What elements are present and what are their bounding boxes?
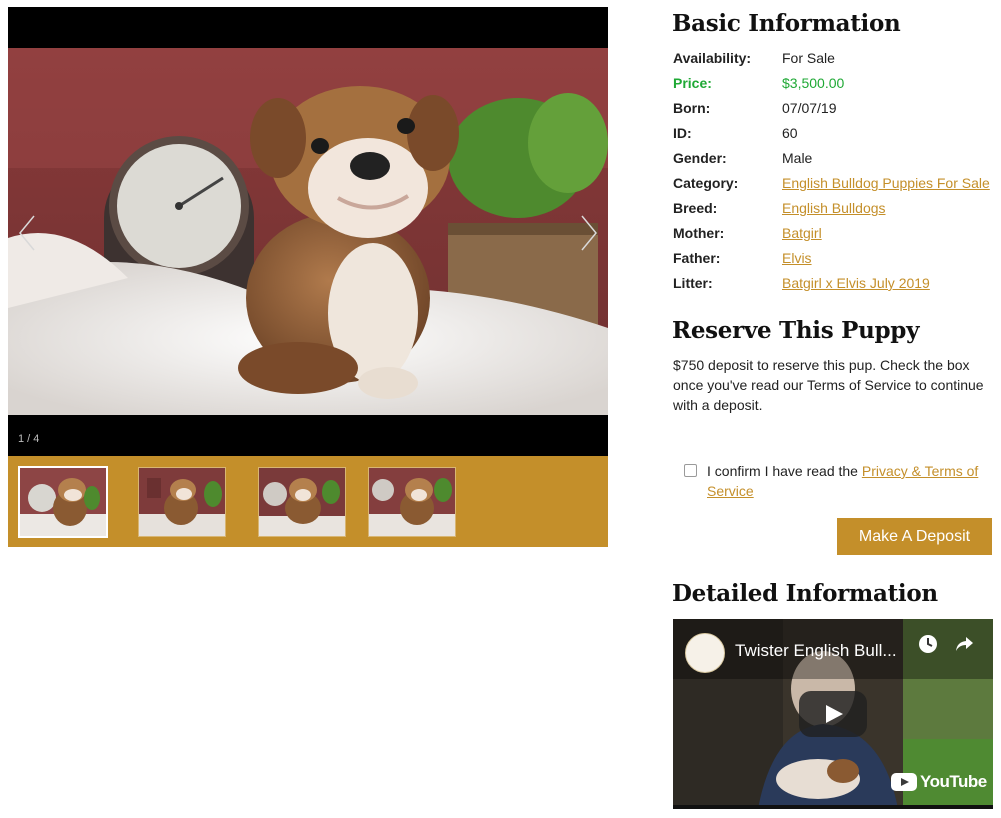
puppy-main-photo — [8, 48, 608, 415]
info-label: Price: — [673, 75, 712, 91]
info-value: 60 — [782, 125, 798, 141]
terms-text: I confirm I have read the — [707, 463, 862, 479]
info-label: Born: — [673, 100, 711, 116]
slide-counter: 1 / 4 — [18, 433, 40, 445]
info-value: Male — [782, 150, 813, 166]
info-label: ID: — [673, 125, 692, 141]
terms-checkbox[interactable] — [684, 464, 697, 477]
category-link[interactable]: English Bulldog Puppies For Sale — [782, 175, 990, 191]
info-value: For Sale — [782, 50, 835, 66]
litter-link[interactable]: Batgirl x Elvis July 2019 — [782, 275, 930, 291]
reserve-description: $750 deposit to reserve this pup. Check … — [673, 357, 984, 413]
info-row-availability: Availability: For Sale — [673, 47, 998, 72]
info-row-litter: Litter: Batgirl x Elvis July 2019 — [673, 272, 998, 297]
terms-label: I confirm I have read the Privacy & Term… — [707, 461, 987, 501]
thumbnail-3[interactable] — [258, 467, 346, 537]
info-row-father: Father: Elvis — [673, 247, 998, 272]
info-label: Category: — [673, 175, 739, 191]
info-row-mother: Mother: Batgirl — [673, 222, 998, 247]
info-value: 07/07/19 — [782, 100, 837, 116]
basic-info-heading: Basic Information — [672, 10, 901, 37]
thumbnail-1[interactable] — [18, 466, 108, 538]
chevron-left-icon — [19, 215, 35, 251]
reserve-heading: Reserve This Puppy — [672, 317, 920, 344]
info-row-id: ID: 60 — [673, 122, 998, 147]
photo-gallery: 1 / 4 — [8, 7, 608, 547]
thumbnail-2[interactable] — [138, 467, 226, 537]
info-row-breed: Breed: English Bulldogs — [673, 197, 998, 222]
clock-icon[interactable] — [917, 633, 939, 655]
make-deposit-button[interactable]: Make A Deposit — [837, 518, 992, 555]
detailed-info-heading: Detailed Information — [672, 580, 938, 607]
share-icon[interactable] — [953, 633, 975, 655]
breed-link[interactable]: English Bulldogs — [782, 200, 886, 216]
info-row-born: Born: 07/07/19 — [673, 97, 998, 122]
chevron-right-icon — [581, 215, 597, 251]
next-arrow-button[interactable] — [578, 213, 600, 253]
info-row-gender: Gender: Male — [673, 147, 998, 172]
youtube-wordmark: YouTube — [920, 772, 987, 791]
youtube-icon — [891, 773, 917, 791]
youtube-logo[interactable]: YouTube — [891, 771, 987, 793]
channel-logo[interactable] — [685, 633, 725, 673]
gallery-stage: 1 / 4 — [8, 7, 608, 456]
thumbnail-4[interactable] — [368, 467, 456, 537]
price-value: $3,500.00 — [782, 75, 845, 91]
info-label: Mother: — [673, 225, 725, 241]
info-row-price: Price: $3,500.00 — [673, 72, 998, 97]
play-icon[interactable] — [799, 691, 867, 737]
info-label: Breed: — [673, 200, 718, 216]
info-label: Availability: — [673, 50, 752, 66]
father-link[interactable]: Elvis — [782, 250, 812, 266]
info-label: Gender: — [673, 150, 727, 166]
thumbnail-strip — [8, 456, 608, 547]
prev-arrow-button[interactable] — [16, 213, 38, 253]
youtube-video-embed[interactable]: Twister English Bull... YouTube — [673, 619, 993, 809]
video-bottom-bar — [673, 805, 993, 809]
info-label: Litter: — [673, 275, 713, 291]
info-label: Father: — [673, 250, 721, 266]
mother-link[interactable]: Batgirl — [782, 225, 822, 241]
video-title[interactable]: Twister English Bull... — [735, 641, 897, 661]
info-row-category: Category: English Bulldog Puppies For Sa… — [673, 172, 998, 197]
basic-info-list: Availability: For Sale Price: $3,500.00 … — [673, 47, 998, 297]
